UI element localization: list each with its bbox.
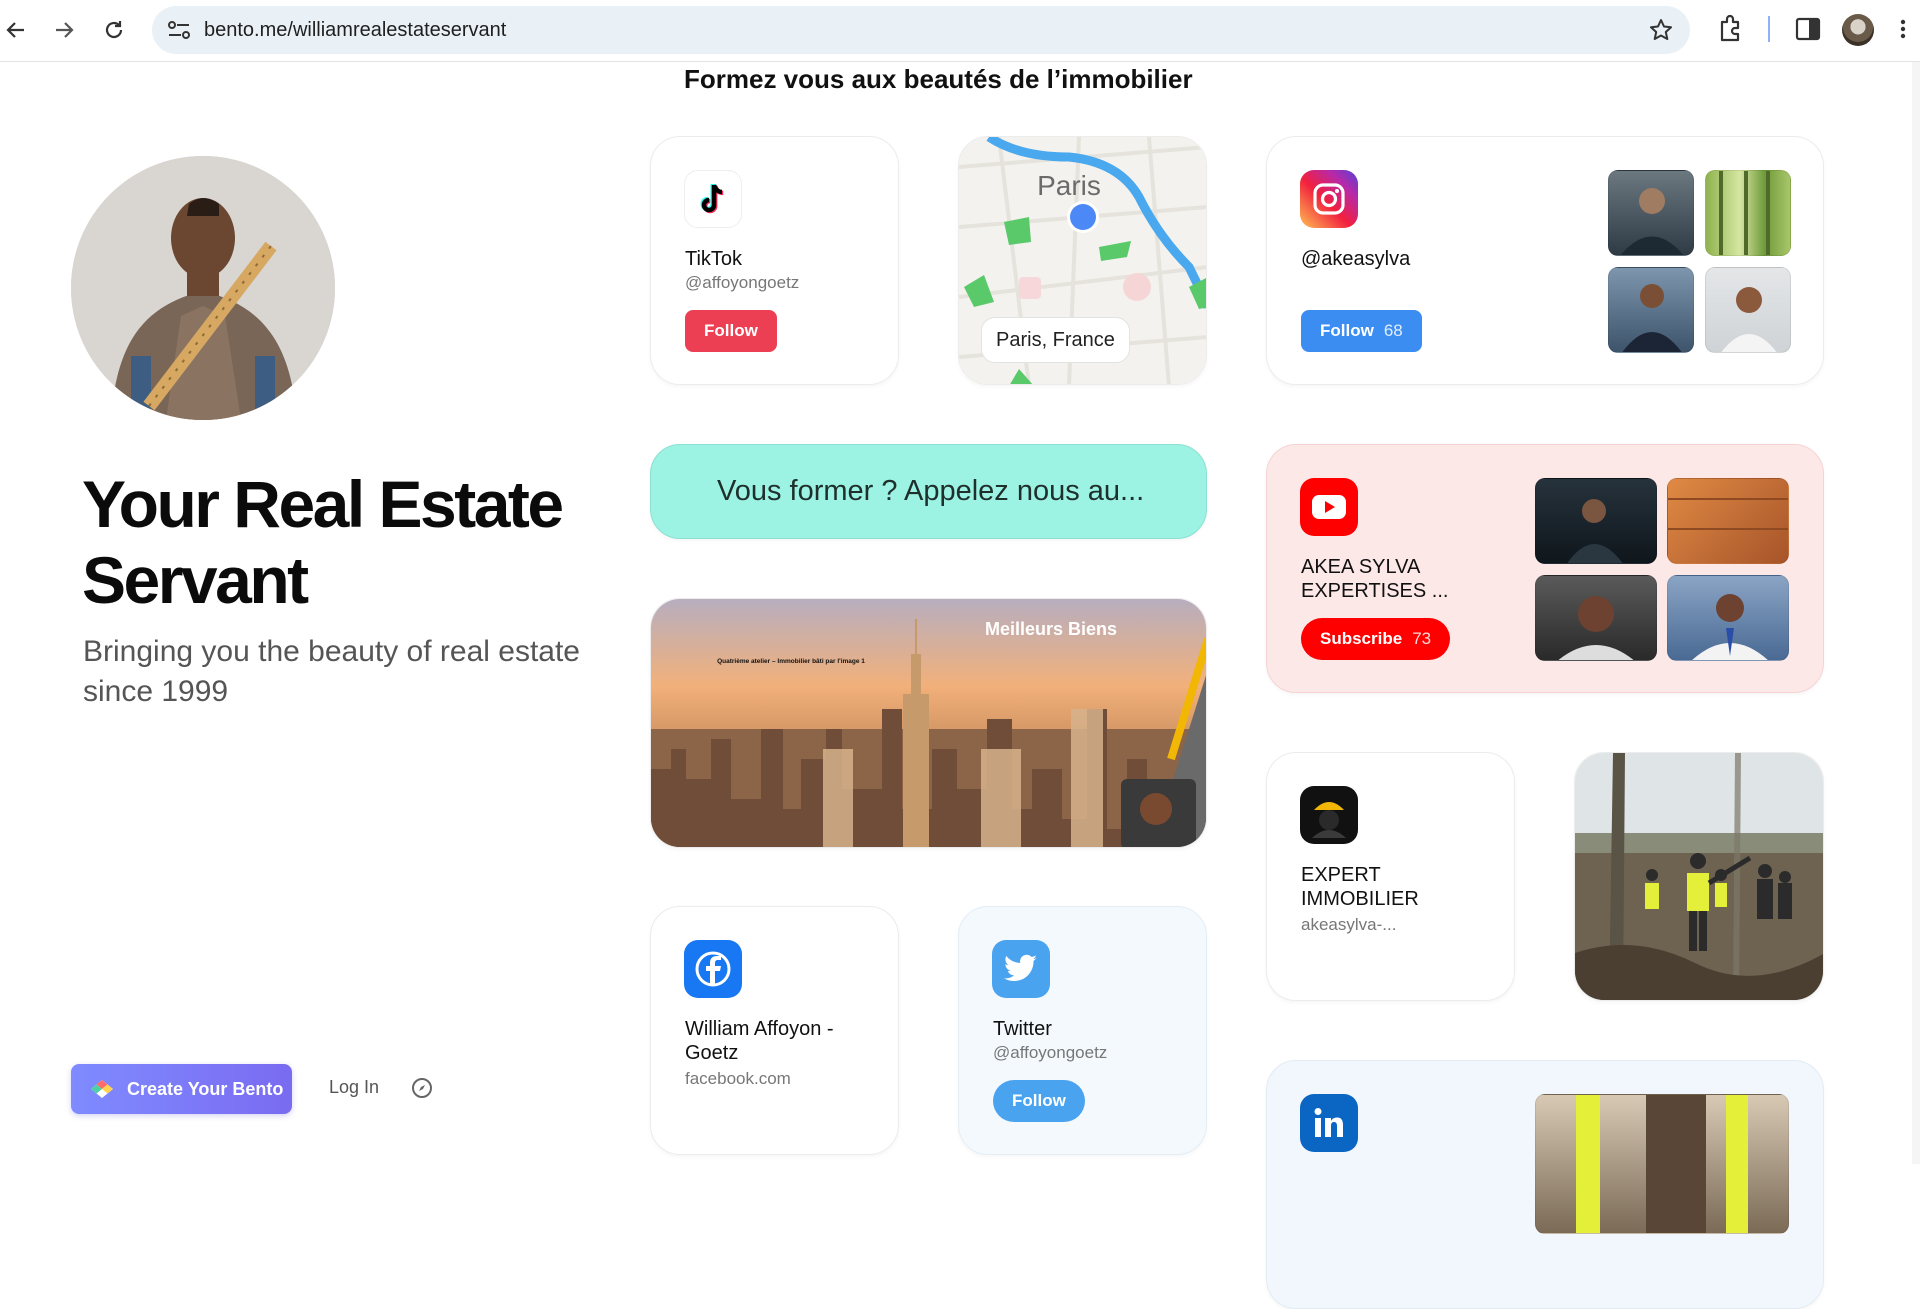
instagram-card[interactable]: @akeasylva Follow 68: [1266, 136, 1824, 385]
site-settings-icon[interactable]: [166, 18, 192, 42]
youtube-subscriber-count: 73: [1412, 629, 1432, 648]
instagram-icon: [1300, 170, 1358, 228]
instagram-follow-label: Follow: [1320, 321, 1374, 340]
bookmark-star-icon[interactable]: [1648, 17, 1674, 48]
twitter-follow-button[interactable]: Follow: [993, 1080, 1085, 1122]
tiktok-follow-button[interactable]: Follow: [685, 310, 777, 352]
facebook-title: William Affoyon - Goetz: [685, 1018, 834, 1064]
youtube-thumb-1[interactable]: [1535, 478, 1657, 564]
instagram-thumb-1[interactable]: [1608, 170, 1694, 256]
youtube-thumb-2[interactable]: [1667, 478, 1789, 564]
youtube-subscribe-label: Subscribe: [1320, 629, 1403, 648]
compass-icon[interactable]: [410, 1076, 434, 1105]
instagram-follower-count: 68: [1383, 321, 1403, 340]
twitter-handle: @affoyongoetz: [993, 1043, 1108, 1062]
linkedin-card[interactable]: [1266, 1060, 1824, 1309]
bento-logo-icon: [91, 1080, 113, 1098]
browser-toolbar: bento.me/williamrealestateservant: [0, 0, 1920, 62]
facebook-card[interactable]: William Affoyon - Goetz facebook.com: [650, 906, 899, 1155]
side-panel-icon[interactable]: [1794, 14, 1822, 49]
tiktok-follow-label: Follow: [704, 321, 758, 340]
extensions-icon[interactable]: [1716, 14, 1744, 49]
expert-title: EXPERT IMMOBILIER: [1301, 864, 1419, 910]
banner-overlay-title: Meilleurs Biens: [985, 619, 1117, 639]
instagram-follow-button[interactable]: Follow 68: [1301, 310, 1422, 352]
forest-photo-card[interactable]: [1574, 752, 1824, 1001]
tiktok-card[interactable]: TikTok @affoyongoetz Follow: [650, 136, 899, 385]
twitter-card[interactable]: Twitter @affoyongoetz Follow: [958, 906, 1207, 1155]
map-card[interactable]: Paris Paris, France: [958, 136, 1207, 385]
tiktok-icon: [684, 170, 742, 228]
create-bento-label: Create Your Bento: [127, 1078, 284, 1099]
banner-caption: Quatrième atelier – Immobilier bâti par …: [717, 658, 865, 665]
create-bento-button[interactable]: Create Your Bento: [71, 1064, 292, 1114]
twitter-title: Twitter: [993, 1018, 1052, 1040]
expert-immobilier-card[interactable]: EXPERT IMMOBILIER akeasylva-...: [1266, 752, 1515, 1001]
twitter-follow-label: Follow: [1012, 1091, 1066, 1110]
profile-avatar[interactable]: [1842, 14, 1874, 46]
twitter-icon: [992, 940, 1050, 998]
map-location-label: Paris, France: [981, 317, 1130, 363]
reload-icon: [105, 21, 123, 39]
arrow-right-icon: [56, 22, 74, 38]
profile-bio: Bringing you the beauty of real estate s…: [83, 635, 580, 708]
facebook-subtitle: facebook.com: [685, 1069, 791, 1088]
instagram-handle: @akeasylva: [1301, 248, 1411, 270]
youtube-thumb-4[interactable]: [1667, 575, 1789, 661]
arrow-left-icon: [6, 22, 24, 38]
expert-subtitle: akeasylva-...: [1301, 915, 1397, 934]
profile-name: Your Real Estate Servant: [82, 467, 564, 617]
section-title: Formez vous aux beautés de l’immobilier: [684, 64, 1193, 94]
city-skyline-image: Meilleurs Biens Quatrième atelier – Immo…: [651, 599, 1206, 847]
forward-button[interactable]: [48, 14, 80, 46]
reload-button[interactable]: [98, 14, 130, 46]
page-scrollbar[interactable]: [1912, 62, 1920, 1164]
address-bar[interactable]: bento.me/williamrealestateservant: [152, 6, 1690, 54]
youtube-subscribe-button[interactable]: Subscribe 73: [1301, 618, 1451, 660]
youtube-channel-title: AKEA SYLVA EXPERTISES ...: [1301, 556, 1449, 602]
expert-logo-icon: [1300, 786, 1358, 844]
profile-avatar-photo: [71, 156, 335, 420]
instagram-thumb-4[interactable]: [1705, 267, 1791, 353]
banner-image-card[interactable]: Meilleurs Biens Quatrième atelier – Immo…: [650, 598, 1207, 848]
youtube-thumb-3[interactable]: [1535, 575, 1657, 661]
youtube-card[interactable]: AKEA SYLVA EXPERTISES ... Subscribe 73: [1266, 444, 1824, 693]
login-link[interactable]: Log In: [329, 1077, 379, 1098]
more-menu-icon[interactable]: [1898, 14, 1908, 49]
facebook-icon: [684, 940, 742, 998]
linkedin-icon: [1300, 1094, 1358, 1152]
call-to-action-card[interactable]: Vous former ? Appelez nous au...: [650, 444, 1207, 539]
linkedin-photo[interactable]: [1535, 1094, 1789, 1234]
tiktok-title: TikTok: [685, 248, 743, 270]
map-city-label: Paris: [1037, 170, 1101, 201]
bento-page: Formez vous aux beautés de l’immobilier …: [0, 62, 1920, 1309]
call-to-action-text: Vous former ? Appelez nous au...: [717, 475, 1145, 507]
toolbar-divider: [1768, 16, 1770, 42]
instagram-thumb-2[interactable]: [1705, 170, 1791, 256]
url-text[interactable]: bento.me/williamrealestateservant: [204, 19, 506, 42]
instagram-thumb-3[interactable]: [1608, 267, 1694, 353]
back-button[interactable]: [0, 14, 32, 46]
tiktok-handle: @affoyongoetz: [685, 273, 800, 292]
youtube-icon: [1300, 478, 1358, 536]
forest-group-photo: [1575, 753, 1823, 1000]
